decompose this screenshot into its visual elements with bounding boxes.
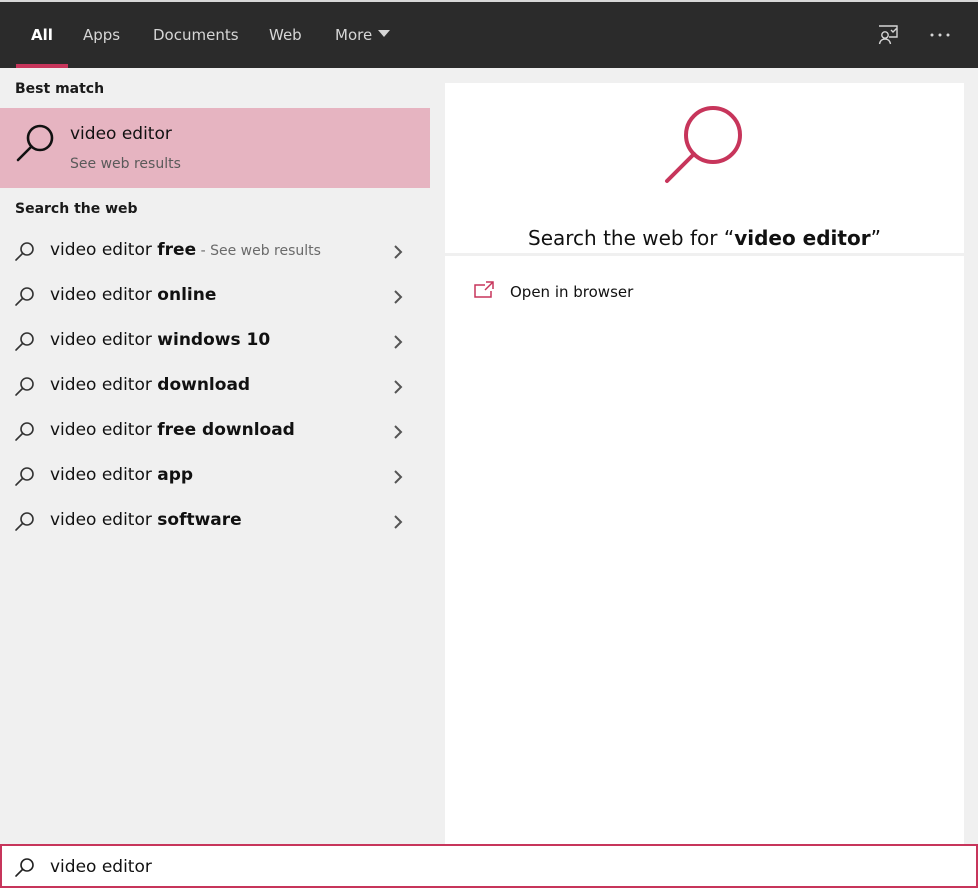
chevron-right-icon xyxy=(394,515,403,529)
suggestion-item[interactable]: video editor download xyxy=(0,364,430,409)
suggestion-item[interactable]: video editor online xyxy=(0,274,430,319)
search-input[interactable] xyxy=(50,852,930,882)
more-options-icon[interactable] xyxy=(928,23,952,47)
search-web-heading: Search the web xyxy=(15,201,138,217)
preview-header-card: Search the web for “video editor” xyxy=(445,83,964,253)
search-icon xyxy=(15,512,34,531)
chevron-right-icon xyxy=(394,470,403,484)
preview-actions-card: Open in browser xyxy=(445,256,964,844)
suggestion-text: video editor windows 10 xyxy=(50,330,271,350)
search-icon xyxy=(15,858,34,877)
suggestion-text: video editor free - See web results xyxy=(50,240,321,260)
best-match-subtitle: See web results xyxy=(70,156,181,172)
search-icon xyxy=(15,467,34,486)
search-icon xyxy=(15,242,34,261)
suggestion-text: video editor download xyxy=(50,375,251,395)
suggestion-item[interactable]: video editor windows 10 xyxy=(0,319,430,364)
chevron-right-icon xyxy=(394,425,403,439)
search-icon xyxy=(665,106,742,183)
search-bar xyxy=(0,844,978,888)
top-bar: All Apps Documents Web More xyxy=(0,0,978,68)
search-icon xyxy=(15,422,34,441)
best-match-item[interactable]: video editor See web results xyxy=(0,108,430,188)
suggestion-item[interactable]: video editor app xyxy=(0,454,430,499)
best-match-title: video editor xyxy=(70,124,172,144)
caret-down-icon xyxy=(378,30,391,37)
search-icon xyxy=(15,332,34,351)
tab-web[interactable]: Web xyxy=(269,2,302,68)
tab-more[interactable]: More xyxy=(335,2,391,68)
chevron-right-icon xyxy=(394,380,403,394)
suggestion-item[interactable]: video editor free download xyxy=(0,409,430,454)
tab-documents[interactable]: Documents xyxy=(153,2,239,68)
results-panel: Best match video editor See web results … xyxy=(0,68,430,844)
search-icon xyxy=(16,124,54,162)
suggestion-item[interactable]: video editor free - See web results xyxy=(0,229,430,274)
feedback-icon[interactable] xyxy=(876,23,900,47)
open-external-icon xyxy=(474,281,494,298)
search-icon xyxy=(15,377,34,396)
tab-apps[interactable]: Apps xyxy=(83,2,120,68)
open-in-browser-label: Open in browser xyxy=(510,283,634,301)
chevron-right-icon xyxy=(394,290,403,304)
search-icon xyxy=(15,287,34,306)
suggestion-text: video editor software xyxy=(50,510,242,530)
tab-more-label: More xyxy=(335,26,373,44)
chevron-right-icon xyxy=(394,335,403,349)
tab-all[interactable]: All xyxy=(16,2,68,68)
suggestion-text: video editor online xyxy=(50,285,217,305)
suggestion-text: video editor free download xyxy=(50,420,295,440)
chevron-right-icon xyxy=(394,245,403,259)
suggestion-item[interactable]: video editor software xyxy=(0,499,430,544)
preview-panel: Search the web for “video editor” Open i… xyxy=(430,68,978,844)
best-match-heading: Best match xyxy=(15,81,105,97)
suggestion-text: video editor app xyxy=(50,465,194,485)
preview-title: Search the web for “video editor” xyxy=(528,226,881,250)
